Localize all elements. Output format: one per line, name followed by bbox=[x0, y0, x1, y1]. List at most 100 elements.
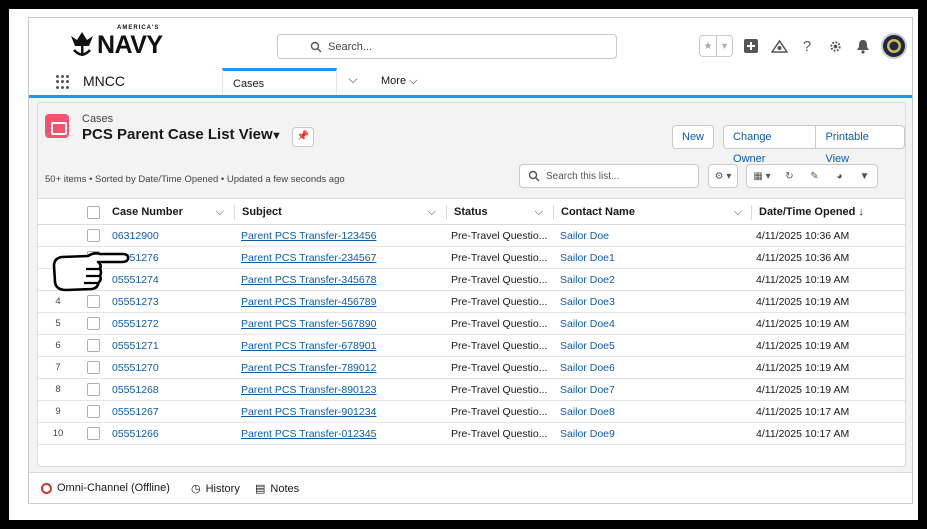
contact-link[interactable]: Sailor Doe bbox=[560, 225, 750, 247]
global-search-placeholder: Search... bbox=[328, 41, 373, 53]
list-settings-gear-icon[interactable]: ⚙ ▾ bbox=[708, 164, 738, 188]
subject-link[interactable]: Parent PCS Transfer-890123 bbox=[241, 379, 431, 401]
chevron-down-icon[interactable]: ⌵ bbox=[535, 200, 543, 225]
column-contact-name[interactable]: Contact Name ⌵ bbox=[554, 200, 750, 225]
subject-link[interactable]: Parent PCS Transfer-234567 bbox=[241, 247, 431, 269]
global-search[interactable]: Search... bbox=[277, 34, 617, 59]
row-checkbox[interactable] bbox=[87, 361, 100, 374]
refresh-icon[interactable]: ↻ bbox=[777, 164, 803, 188]
chevron-down-icon[interactable]: ⌵ bbox=[341, 72, 365, 92]
subject-link[interactable]: Parent PCS Transfer-901234 bbox=[241, 401, 431, 423]
omni-channel-item[interactable]: Omni-Channel (Offline) bbox=[41, 482, 170, 494]
column-subject[interactable]: Subject ⌵ bbox=[235, 200, 444, 225]
subject-link[interactable]: Parent PCS Transfer-345678 bbox=[241, 269, 431, 291]
display-as-table-icon[interactable]: ▦ ▾ bbox=[746, 164, 778, 188]
contact-link[interactable]: Sailor Doe1 bbox=[560, 247, 750, 269]
chart-icon[interactable]: ◕ bbox=[827, 164, 853, 188]
contact-link[interactable]: Sailor Doe3 bbox=[560, 291, 750, 313]
status-value: Pre-Travel Questio... bbox=[451, 340, 548, 352]
chevron-down-icon: ⌵ bbox=[409, 75, 418, 87]
status-value: Pre-Travel Questio... bbox=[451, 274, 548, 286]
setup-gear-icon[interactable] bbox=[825, 36, 845, 56]
table-row[interactable]: 1 06312900 Parent PCS Transfer-123456 Pr… bbox=[38, 225, 905, 247]
contact-link[interactable]: Sailor Doe5 bbox=[560, 335, 750, 357]
subject-link[interactable]: Parent PCS Transfer-123456 bbox=[241, 225, 431, 247]
list-search-placeholder: Search this list... bbox=[546, 171, 620, 182]
case-number-link[interactable]: 05551270 bbox=[112, 357, 222, 379]
row-checkbox[interactable] bbox=[87, 339, 100, 352]
table-row[interactable]: 4 05551273 Parent PCS Transfer-456789 Pr… bbox=[38, 291, 905, 313]
table-row[interactable]: 2 05551276 Parent PCS Transfer-234567 Pr… bbox=[38, 247, 905, 269]
column-case-number[interactable]: Case Number ⌵ bbox=[105, 200, 232, 225]
row-number: 5 bbox=[55, 318, 61, 329]
contact-link[interactable]: Sailor Doe6 bbox=[560, 357, 750, 379]
row-checkbox[interactable] bbox=[87, 383, 100, 396]
chevron-down-icon[interactable]: ⌵ bbox=[734, 200, 742, 225]
select-all-checkbox[interactable] bbox=[87, 206, 100, 219]
contact-link[interactable]: Sailor Doe7 bbox=[560, 379, 750, 401]
case-number-link[interactable]: 05551266 bbox=[112, 423, 222, 445]
table-row[interactable]: 3 05551274 Parent PCS Transfer-345678 Pr… bbox=[38, 269, 905, 291]
row-checkbox[interactable] bbox=[87, 405, 100, 418]
table-row[interactable]: 6 05551271 Parent PCS Transfer-678901 Pr… bbox=[38, 335, 905, 357]
list-view-picker-icon[interactable]: ▼ bbox=[271, 130, 282, 142]
edit-pencil-icon[interactable]: ✎ bbox=[802, 164, 828, 188]
help-icon[interactable]: ? bbox=[797, 36, 817, 56]
new-button[interactable]: New bbox=[672, 125, 715, 149]
list-search-input[interactable]: Search this list... bbox=[519, 164, 699, 188]
notes-icon: ▤ bbox=[255, 483, 266, 495]
chevron-down-icon[interactable]: ⌵ bbox=[428, 200, 436, 225]
contact-link[interactable]: Sailor Doe9 bbox=[560, 423, 750, 445]
nav-more-menu[interactable]: More ⌵ bbox=[381, 75, 417, 88]
row-checkbox[interactable] bbox=[87, 229, 100, 242]
table-row[interactable]: 10 05551266 Parent PCS Transfer-012345 P… bbox=[38, 423, 905, 445]
subject-link[interactable]: Parent PCS Transfer-567890 bbox=[241, 313, 431, 335]
clock-icon: ◷ bbox=[191, 483, 201, 495]
user-avatar[interactable] bbox=[881, 33, 907, 59]
app-launcher-icon[interactable] bbox=[56, 75, 70, 89]
list-view-title[interactable]: PCS Parent Case List View bbox=[82, 126, 273, 143]
subject-link[interactable]: Parent PCS Transfer-456789 bbox=[241, 291, 431, 313]
navy-logo[interactable]: AMERICA'S NAVY bbox=[69, 25, 189, 60]
change-owner-button[interactable]: Change Owner bbox=[723, 125, 817, 165]
history-item[interactable]: ◷ History bbox=[191, 482, 240, 496]
row-number: 10 bbox=[52, 428, 64, 439]
printable-view-button[interactable]: Printable View bbox=[816, 125, 905, 165]
case-number-link[interactable]: 05551272 bbox=[112, 313, 222, 335]
table-row[interactable]: 7 05551270 Parent PCS Transfer-789012 Pr… bbox=[38, 357, 905, 379]
column-date-opened[interactable]: Date/Time Opened ↓ bbox=[752, 200, 902, 225]
trailhead-icon[interactable] bbox=[769, 36, 789, 56]
table-row[interactable]: 8 05551268 Parent PCS Transfer-890123 Pr… bbox=[38, 379, 905, 401]
filter-icon[interactable]: ▼ bbox=[852, 164, 878, 188]
contact-link[interactable]: Sailor Doe2 bbox=[560, 269, 750, 291]
case-number-link[interactable]: 05551268 bbox=[112, 379, 222, 401]
row-number: 8 bbox=[55, 384, 61, 395]
tab-cases[interactable]: Cases bbox=[222, 68, 337, 95]
row-checkbox[interactable] bbox=[87, 295, 100, 308]
notifications-bell-icon[interactable] bbox=[853, 36, 873, 56]
row-checkbox[interactable] bbox=[87, 427, 100, 440]
contact-link[interactable]: Sailor Doe8 bbox=[560, 401, 750, 423]
table-row[interactable]: 9 05551267 Parent PCS Transfer-901234 Pr… bbox=[38, 401, 905, 423]
favorites-control[interactable]: ★ ▾ bbox=[699, 35, 733, 57]
contact-link[interactable]: Sailor Doe4 bbox=[560, 313, 750, 335]
offline-status-icon bbox=[41, 482, 52, 494]
subject-link[interactable]: Parent PCS Transfer-012345 bbox=[241, 423, 431, 445]
date-opened-value: 4/11/2025 10:19 AM bbox=[756, 384, 850, 396]
column-date-opened-label: Date/Time Opened ↓ bbox=[759, 206, 864, 218]
favorites-dropdown-icon[interactable]: ▾ bbox=[716, 36, 732, 56]
omni-channel-label: Omni-Channel (Offline) bbox=[57, 482, 170, 494]
notes-item[interactable]: ▤ Notes bbox=[255, 482, 299, 496]
case-number-link[interactable]: 05551271 bbox=[112, 335, 222, 357]
case-number-link[interactable]: 05551267 bbox=[112, 401, 222, 423]
subject-link[interactable]: Parent PCS Transfer-789012 bbox=[241, 357, 431, 379]
table-row[interactable]: 5 05551272 Parent PCS Transfer-567890 Pr… bbox=[38, 313, 905, 335]
column-status[interactable]: Status ⌵ bbox=[447, 200, 551, 225]
global-actions-icon[interactable] bbox=[741, 36, 761, 56]
star-icon[interactable]: ★ bbox=[700, 36, 716, 56]
chevron-down-icon[interactable]: ⌵ bbox=[216, 200, 224, 225]
pin-icon[interactable]: 📌 bbox=[292, 127, 314, 147]
subject-link[interactable]: Parent PCS Transfer-678901 bbox=[241, 335, 431, 357]
row-checkbox[interactable] bbox=[87, 317, 100, 330]
row-number: 6 bbox=[55, 340, 61, 351]
